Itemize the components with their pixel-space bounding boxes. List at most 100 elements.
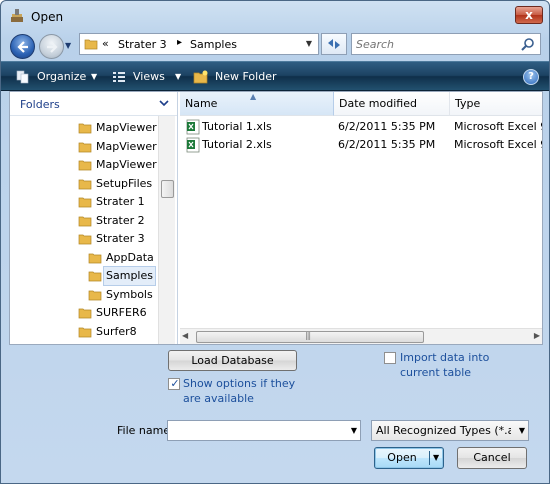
sort-ascending-icon: ▲: [250, 92, 257, 101]
folder-label: AppData: [106, 250, 154, 264]
window-title: Open: [31, 10, 64, 24]
chevron-down-icon[interactable]: [157, 95, 171, 111]
views-label: Views: [133, 70, 165, 83]
file-name-field[interactable]: ▼: [167, 420, 361, 441]
folder-label: Strater 2: [96, 213, 145, 227]
folder-label: MapViewer: [96, 121, 157, 134]
file-row[interactable]: Tutorial 1.xls 6/2/2011 5:35 PM Microsof…: [180, 118, 542, 136]
folder-label: Strater 1: [96, 195, 145, 208]
file-row[interactable]: Tutorial 2.xls 6/2/2011 5:35 PM Microsof…: [180, 136, 542, 154]
chevron-down-icon: ▼: [175, 72, 182, 81]
split-divider: [429, 451, 430, 465]
show-options-label[interactable]: Show options if they are available: [183, 376, 303, 406]
file-name-label: File name:: [117, 424, 174, 437]
back-arrow-icon: [17, 41, 28, 53]
breadcrumb-overflow[interactable]: «: [102, 37, 109, 50]
column-label: Name: [185, 97, 218, 110]
file-type: Microsoft Excel 97: [454, 120, 542, 133]
file-date: 6/2/2011 5:35 PM: [338, 120, 436, 133]
open-dialog: Open x ▼ « Strater 3 ▸ Samples ▼ Search …: [0, 0, 550, 484]
column-label: Date modified: [339, 97, 417, 110]
breadcrumb-separator-icon[interactable]: ▸: [177, 37, 182, 48]
chevron-down-icon: ▼: [91, 72, 98, 81]
folder-icon: [78, 179, 92, 189]
folder-icon: [88, 290, 102, 300]
cancel-button[interactable]: Cancel: [457, 447, 527, 469]
checkmark-icon: ✓: [170, 377, 180, 390]
organize-icon: [16, 70, 29, 84]
new-folder-label: New Folder: [215, 70, 277, 83]
chevron-down-icon[interactable]: ▼: [433, 453, 439, 462]
scrollbar-thumb[interactable]: [161, 180, 174, 198]
folder-icon: [78, 343, 92, 344]
views-icon: [113, 72, 125, 82]
app-icon: [11, 9, 23, 22]
scroll-right-icon[interactable]: ▶: [534, 331, 540, 340]
forward-arrow-icon: [47, 41, 58, 53]
file-date: 6/2/2011 5:35 PM: [338, 138, 436, 151]
folder-icon: [88, 253, 102, 263]
file-type: Microsoft Excel 97: [454, 138, 542, 151]
file-name: Tutorial 1.xls: [202, 120, 272, 133]
excel-file-icon: [186, 137, 200, 153]
excel-file-icon: [186, 119, 200, 135]
title-bar: Open x: [1, 1, 549, 31]
load-database-button[interactable]: Load Database: [168, 350, 297, 371]
search-input[interactable]: [356, 37, 516, 52]
scroll-left-icon[interactable]: ◀: [182, 331, 188, 340]
folder-icon: [78, 216, 92, 226]
back-button[interactable]: [10, 34, 35, 59]
folder-icon: [78, 234, 92, 245]
address-bar[interactable]: « Strater 3 ▸ Samples ▼: [79, 33, 319, 55]
column-header-name[interactable]: ▲ Name: [180, 92, 334, 116]
folder-icon: [78, 308, 92, 319]
folder-label: SURFER6: [96, 306, 147, 319]
folder-icon: [78, 160, 92, 171]
file-type-value: All Recognized Types (*.accdb: [376, 424, 511, 437]
folder-label: MapViewer: [96, 139, 157, 153]
history-dropdown-icon[interactable]: ▼: [65, 41, 75, 51]
column-label: Type: [455, 97, 481, 110]
files-pane: ▲ Name Date modified Type Tutorial 1.xls…: [180, 92, 542, 344]
folder-icon: [78, 142, 92, 152]
folder-label: SetupFiles: [96, 176, 153, 190]
refresh-button[interactable]: [321, 33, 347, 55]
folders-title: Folders: [20, 98, 60, 111]
forward-button[interactable]: [39, 34, 64, 59]
folder-label: MapViewer: [96, 158, 157, 171]
import-data-label[interactable]: Import data into current table: [400, 350, 520, 380]
breadcrumb-item[interactable]: Strater 3: [118, 38, 167, 51]
scrollbar-thumb[interactable]: |||: [196, 331, 424, 343]
new-folder-button[interactable]: New Folder: [193, 68, 283, 86]
folders-header[interactable]: Folders: [10, 92, 177, 116]
grip-icon: |||: [305, 331, 311, 340]
folder-label: Symbols: [106, 287, 153, 301]
organize-button[interactable]: Organize ▼: [15, 68, 101, 86]
file-name: Tutorial 2.xls: [202, 138, 272, 151]
file-type-select[interactable]: All Recognized Types (*.accdb ▼: [371, 420, 529, 441]
breadcrumb-item[interactable]: Samples: [190, 38, 237, 51]
folder-label: Strater 3: [96, 232, 145, 245]
search-icon: [521, 38, 534, 51]
folder-label: Samples: [103, 266, 156, 286]
folder-icon: [84, 39, 98, 50]
column-header-type[interactable]: Type: [450, 92, 542, 116]
search-box[interactable]: [351, 33, 541, 55]
close-button[interactable]: x: [515, 6, 543, 24]
open-button[interactable]: Open ▼: [374, 447, 444, 469]
chevron-down-icon: ▼: [518, 426, 525, 435]
import-data-checkbox[interactable]: [384, 352, 396, 364]
chevron-down-icon[interactable]: ▼: [351, 421, 357, 440]
folder-icon: [78, 123, 92, 134]
show-options-checkbox[interactable]: ✓: [168, 377, 180, 390]
column-header-date[interactable]: Date modified: [334, 92, 450, 116]
folder-icon: [78, 327, 92, 337]
help-icon[interactable]: ?: [523, 69, 539, 85]
folder-icon: [78, 197, 92, 208]
files-hscrollbar[interactable]: ◀ ||| ▶: [180, 328, 542, 344]
folders-pane: Folders MapViewer MapViewer MapViewer Setup…: [10, 92, 178, 344]
chevron-down-icon[interactable]: ▼: [302, 36, 316, 52]
folders-scrollbar[interactable]: [158, 116, 175, 344]
views-button[interactable]: Views ▼: [111, 68, 185, 86]
browse-area: Folders MapViewer MapViewer MapViewer Setup…: [9, 91, 543, 345]
